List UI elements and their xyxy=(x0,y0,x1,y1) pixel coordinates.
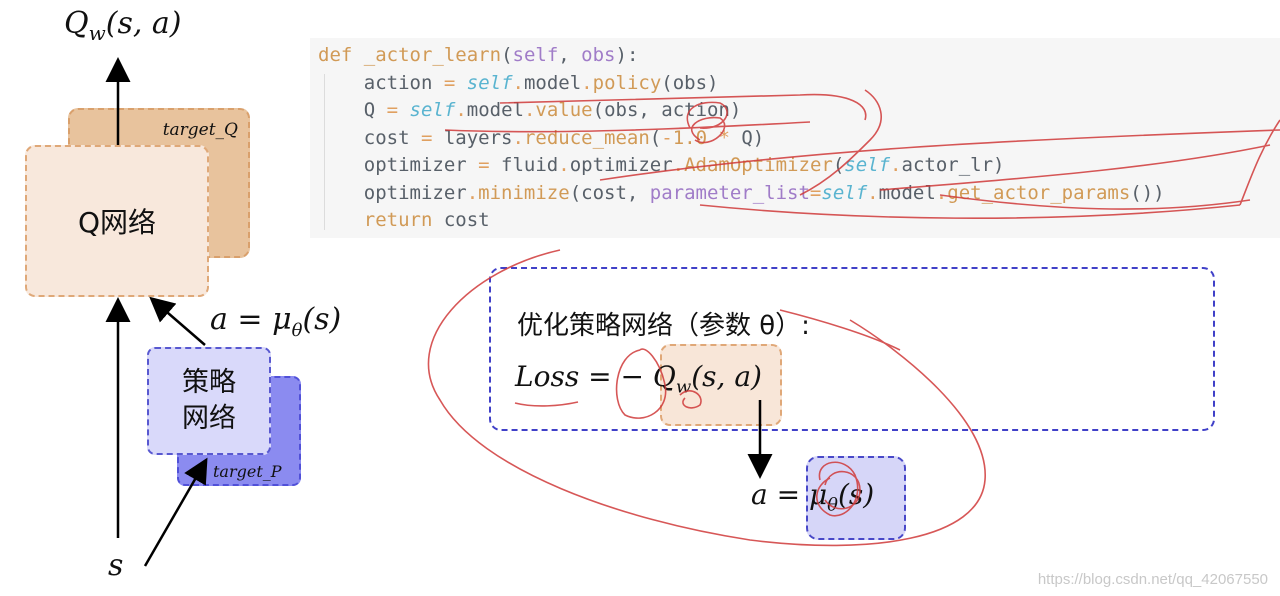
q-network-label: Q网络 xyxy=(77,206,157,239)
q-output-label: Qw(s, a) xyxy=(64,6,182,45)
code-line: return cost xyxy=(363,209,490,231)
indent-guide xyxy=(324,74,325,230)
code-block: def _actor_learn(self, obs): action = se… xyxy=(310,38,1280,238)
loss-equation: Loss = − Qw(s, a) xyxy=(515,360,762,398)
action-equation: a = μθ(s) xyxy=(751,478,875,516)
code-line: action = self.model.policy(obs) xyxy=(318,71,719,94)
code-line: Q = self.model.value(obs, action) xyxy=(318,99,742,121)
state-label: s xyxy=(108,548,124,583)
code-line: cost = layers.reduce_mean(-1.0 * Q) xyxy=(318,126,765,149)
policy-network-label-line2: 网络 xyxy=(182,403,236,434)
target-policy-label: target_P xyxy=(213,462,282,481)
code-line: def _actor_learn(self, obs): xyxy=(318,44,639,66)
watermark: https://blog.csdn.net/qq_42067550 xyxy=(1037,571,1268,588)
optimization-box xyxy=(489,267,1215,431)
code-line: optimizer.minimize(cost, parameter_list=… xyxy=(318,181,1165,204)
policy-network-box: 策略 网络 xyxy=(147,347,271,455)
code-line: optimizer = fluid.optimizer.AdamOptimize… xyxy=(318,154,1005,176)
optimization-title: 优化策略网络（参数 θ）: xyxy=(517,311,810,341)
loss-label: Loss xyxy=(515,360,580,393)
q-network-box: Q网络 xyxy=(25,145,209,297)
target-q-label: target_Q xyxy=(162,120,238,140)
action-label: a = μθ(s) xyxy=(210,302,342,341)
policy-network-label-line1: 策略 xyxy=(182,367,236,398)
action-to-q-arrow xyxy=(149,296,206,346)
